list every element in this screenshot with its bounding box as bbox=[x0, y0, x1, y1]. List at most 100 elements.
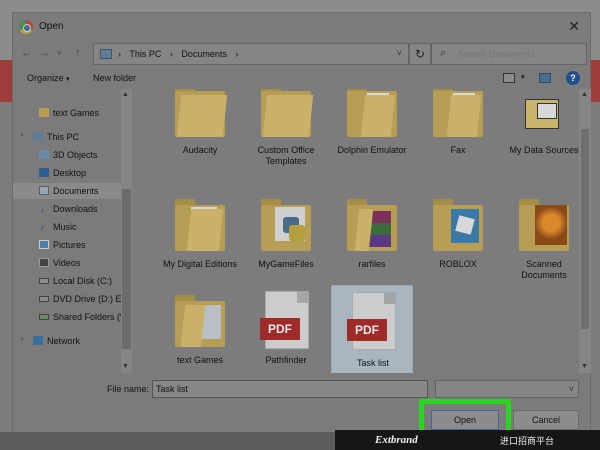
file-item-audacity[interactable]: Audacity bbox=[159, 89, 241, 171]
sidebar-item-3d-objects[interactable]: 3D Objects bbox=[13, 147, 121, 163]
breadcrumb-item[interactable]: This PC bbox=[129, 49, 161, 59]
sidebar-item-local-disk[interactable]: Local Disk (C:) bbox=[13, 273, 121, 289]
breadcrumb-item[interactable]: Documents bbox=[181, 49, 227, 59]
sidebar-item-network[interactable]: › Network bbox=[13, 333, 121, 349]
computer-icon bbox=[33, 132, 43, 141]
file-item-text-games[interactable]: text Games bbox=[159, 289, 241, 373]
file-name-input[interactable] bbox=[152, 380, 428, 398]
open-button[interactable]: Open bbox=[431, 410, 499, 430]
folder-icon bbox=[175, 89, 228, 139]
winrar-folder-icon bbox=[347, 195, 397, 253]
sidebar-item-text-games[interactable]: text Games bbox=[13, 105, 121, 121]
folder-icon bbox=[175, 291, 225, 349]
file-item-fax[interactable]: Fax bbox=[417, 89, 499, 171]
sidebar-item-dvd-drive[interactable]: DVD Drive (D:) E bbox=[13, 291, 121, 307]
sidebar-item-label: Videos bbox=[53, 258, 81, 268]
recent-dropdown-icon[interactable]: ˅ bbox=[57, 49, 62, 58]
file-item-custom-office-templates[interactable]: Custom Office Templates bbox=[245, 89, 327, 171]
dialog-footer: File name: ˅ Open Cancel bbox=[13, 373, 590, 445]
search-input[interactable] bbox=[458, 47, 582, 61]
sidebar-item-downloads[interactable]: ↓ Downloads bbox=[13, 201, 121, 217]
pdf-badge: PDF bbox=[347, 319, 387, 341]
file-name-label: File name: bbox=[107, 384, 150, 394]
file-item-my-data-sources[interactable]: My Data Sources bbox=[503, 89, 579, 171]
sidebar-item-desktop[interactable]: Desktop bbox=[13, 165, 121, 181]
sidebar-item-label: Music bbox=[53, 222, 77, 232]
file-item-rarfiles[interactable]: rarfiles bbox=[331, 193, 413, 285]
disk-icon bbox=[39, 278, 49, 284]
scrollbar-thumb[interactable] bbox=[122, 189, 131, 349]
scroll-up-icon[interactable]: ▲ bbox=[122, 91, 129, 98]
data-sources-icon bbox=[519, 89, 569, 139]
cancel-button[interactable]: Cancel bbox=[513, 410, 579, 430]
sidebar-scrollbar[interactable]: ▲ ▼ bbox=[121, 89, 132, 373]
search-box[interactable]: ⌕ bbox=[431, 43, 587, 65]
file-item-my-digital-editions[interactable]: My Digital Editions bbox=[159, 193, 241, 285]
preview-pane-icon[interactable] bbox=[539, 73, 551, 83]
scrollbar-thumb[interactable] bbox=[581, 129, 589, 329]
open-dialog: Open ✕ ← → ˅ ↑ › This PC › Documents › ˅… bbox=[12, 12, 591, 445]
sidebar-item-this-pc[interactable]: › This PC bbox=[13, 129, 121, 145]
python-folder-icon bbox=[261, 195, 311, 253]
chrome-icon bbox=[19, 20, 33, 34]
file-item-task-list[interactable]: PDF Task list bbox=[331, 285, 413, 373]
sidebar-item-pictures[interactable]: Pictures bbox=[13, 237, 121, 253]
desktop-icon bbox=[39, 168, 49, 177]
scroll-down-icon[interactable]: ▼ bbox=[122, 363, 129, 370]
sidebar-item-videos[interactable]: Videos bbox=[13, 255, 121, 271]
navigation-bar: ← → ˅ ↑ › This PC › Documents › ˅ ↻ ⌕ bbox=[13, 41, 590, 69]
file-label: MyGameFiles bbox=[258, 259, 314, 269]
file-item-scanned-documents[interactable]: Scanned Documents bbox=[503, 193, 579, 285]
file-item-mygamefiles[interactable]: MyGameFiles bbox=[245, 193, 327, 285]
new-folder-button[interactable]: New folder bbox=[93, 73, 136, 83]
file-label: Pathfinder bbox=[265, 355, 307, 365]
file-type-select[interactable]: ˅ bbox=[435, 380, 579, 398]
file-label: Scanned Documents bbox=[521, 259, 567, 280]
refresh-icon[interactable]: ↻ bbox=[409, 43, 431, 65]
chevron-down-icon[interactable]: ˅ bbox=[397, 48, 402, 58]
chevron-right-icon[interactable]: › bbox=[21, 132, 23, 139]
help-icon[interactable]: ? bbox=[566, 71, 580, 85]
sidebar-item-label: Desktop bbox=[53, 168, 87, 178]
folder-icon bbox=[261, 89, 314, 139]
music-icon: ♪ bbox=[40, 222, 45, 232]
organize-button[interactable]: Organize ▾ bbox=[27, 73, 70, 83]
sidebar-item-label: Network bbox=[47, 336, 81, 346]
pdf-icon: PDF bbox=[347, 292, 398, 350]
file-label: Task list bbox=[356, 358, 389, 368]
chevron-down-icon[interactable]: ▾ bbox=[521, 73, 525, 81]
pdf-badge: PDF bbox=[260, 318, 300, 340]
sidebar-item-label: DVD Drive (D:) E bbox=[53, 294, 121, 304]
roblox-folder-icon bbox=[433, 195, 483, 253]
cube-icon bbox=[39, 150, 49, 159]
chevron-down-icon: ▾ bbox=[66, 76, 70, 83]
sidebar-item-music[interactable]: ♪ Music bbox=[13, 219, 121, 235]
file-label: text Games bbox=[176, 355, 223, 365]
file-item-pathfinder[interactable]: PDF Pathfinder bbox=[245, 289, 327, 373]
toolbar: Organize ▾ New folder ▾ ? bbox=[13, 69, 590, 89]
back-arrow-icon[interactable]: ← bbox=[21, 47, 32, 59]
sidebar-item-documents[interactable]: Documents bbox=[13, 183, 121, 199]
up-arrow-icon[interactable]: ↑ bbox=[75, 47, 81, 59]
file-label: rarfiles bbox=[358, 259, 386, 269]
chevron-right-icon[interactable]: › bbox=[21, 336, 23, 343]
file-item-dolphin-emulator[interactable]: Dolphin Emulator bbox=[331, 89, 413, 171]
shared-folder-icon bbox=[39, 314, 49, 320]
photo-folder-icon bbox=[519, 195, 569, 253]
scroll-up-icon[interactable]: ▲ bbox=[581, 91, 588, 98]
address-bar[interactable]: › This PC › Documents › ˅ bbox=[93, 43, 409, 65]
sidebar-item-label: This PC bbox=[47, 132, 80, 142]
sidebar-item-label: Shared Folders (\ bbox=[53, 312, 121, 322]
pdf-icon: PDF bbox=[260, 291, 311, 349]
videos-icon bbox=[39, 258, 49, 267]
forward-arrow-icon[interactable]: → bbox=[39, 47, 50, 59]
scroll-down-icon[interactable]: ▼ bbox=[581, 363, 588, 370]
sidebar-item-label: Downloads bbox=[53, 204, 98, 214]
file-list: Audacity Custom Office Templates Dolphin… bbox=[133, 89, 579, 373]
sidebar-item-shared-folders[interactable]: Shared Folders (\ bbox=[13, 309, 121, 325]
change-view-icon[interactable] bbox=[503, 73, 515, 83]
file-label: Audacity bbox=[182, 145, 218, 155]
close-icon[interactable]: ✕ bbox=[568, 18, 580, 35]
file-item-roblox[interactable]: ROBLOX bbox=[417, 193, 499, 285]
file-list-scrollbar[interactable]: ▲ ▼ bbox=[579, 89, 591, 373]
